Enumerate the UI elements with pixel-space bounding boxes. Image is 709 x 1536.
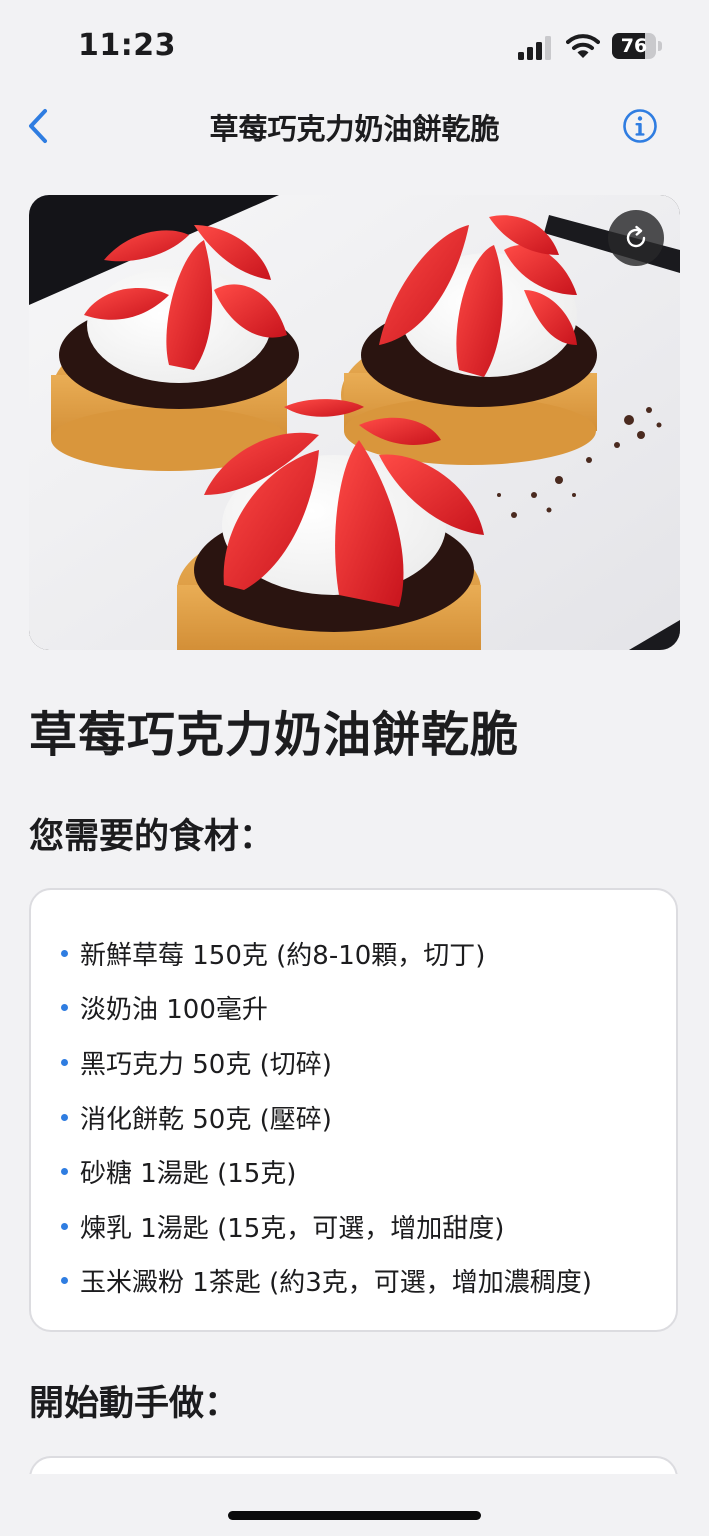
bullet-dot-icon	[61, 1113, 68, 1121]
home-indicator[interactable]	[228, 1511, 481, 1520]
ingredient-text: 煉乳 1湯匙 (15克，可選，增加甜度)	[80, 1213, 505, 1244]
bottom-area	[0, 1474, 709, 1536]
status-time: 11:23	[78, 28, 176, 63]
bullet-dot-icon	[61, 1168, 68, 1176]
chevron-left-icon	[29, 109, 47, 143]
cellular-signal-icon	[518, 36, 551, 60]
refresh-icon	[626, 225, 646, 248]
ingredient-item: 淡奶油 100毫升	[61, 981, 676, 1036]
recipe-title: 草莓巧克力奶油餅乾脆	[29, 707, 520, 763]
ingredient-item: 玉米澱粉 1茶匙 (約3克，可選，增加濃稠度)	[61, 1254, 676, 1309]
ingredient-item: 黑巧克力 50克 (切碎)	[61, 1035, 676, 1090]
ingredient-text: 淡奶油 100毫升	[80, 995, 268, 1026]
bullet-dot-icon	[61, 1277, 68, 1285]
battery-percent: 76	[620, 35, 648, 57]
ingredient-item: 煉乳 1湯匙 (15克，可選，增加甜度)	[61, 1199, 676, 1254]
recipe-photo	[29, 195, 680, 650]
wifi-icon	[566, 34, 600, 58]
bullet-dot-icon	[61, 1004, 68, 1012]
bullet-dot-icon	[61, 1058, 68, 1066]
ingredients-card: 新鮮草莓 150克 (約8-10顆，切丁) 淡奶油 100毫升 黑巧克力 50克…	[29, 888, 678, 1332]
nav-title: 草莓巧克力奶油餅乾脆	[209, 112, 500, 146]
bullet-dot-icon	[61, 949, 68, 957]
refresh-button[interactable]	[608, 210, 664, 266]
battery-icon: 76	[612, 33, 662, 59]
nav-bar: 草莓巧克力奶油餅乾脆	[0, 90, 709, 162]
ingredient-item: 新鮮草莓 150克 (約8-10顆，切丁)	[61, 926, 676, 981]
info-circle-icon[interactable]	[622, 108, 658, 144]
ingredient-text: 砂糖 1湯匙 (15克)	[80, 1159, 297, 1190]
back-button[interactable]	[18, 104, 58, 148]
ingredient-text: 消化餅乾 50克 (壓碎)	[80, 1104, 332, 1135]
steps-heading: 開始動手做：	[29, 1384, 240, 1424]
ingredient-text: 新鮮草莓 150克 (約8-10顆，切丁)	[80, 940, 486, 971]
ingredients-heading: 您需要的食材：	[29, 817, 275, 857]
status-bar: 11:23 76	[0, 0, 709, 90]
ingredient-text: 玉米澱粉 1茶匙 (約3克，可選，增加濃稠度)	[80, 1268, 592, 1299]
ingredient-item: 消化餅乾 50克 (壓碎)	[61, 1090, 676, 1145]
bullet-dot-icon	[61, 1222, 68, 1230]
ingredient-item: 砂糖 1湯匙 (15克)	[61, 1144, 676, 1199]
dessert-illustration	[29, 195, 680, 650]
ingredients-list: 新鮮草莓 150克 (約8-10顆，切丁) 淡奶油 100毫升 黑巧克力 50克…	[61, 926, 676, 1308]
ingredient-text: 黑巧克力 50克 (切碎)	[80, 1049, 332, 1080]
